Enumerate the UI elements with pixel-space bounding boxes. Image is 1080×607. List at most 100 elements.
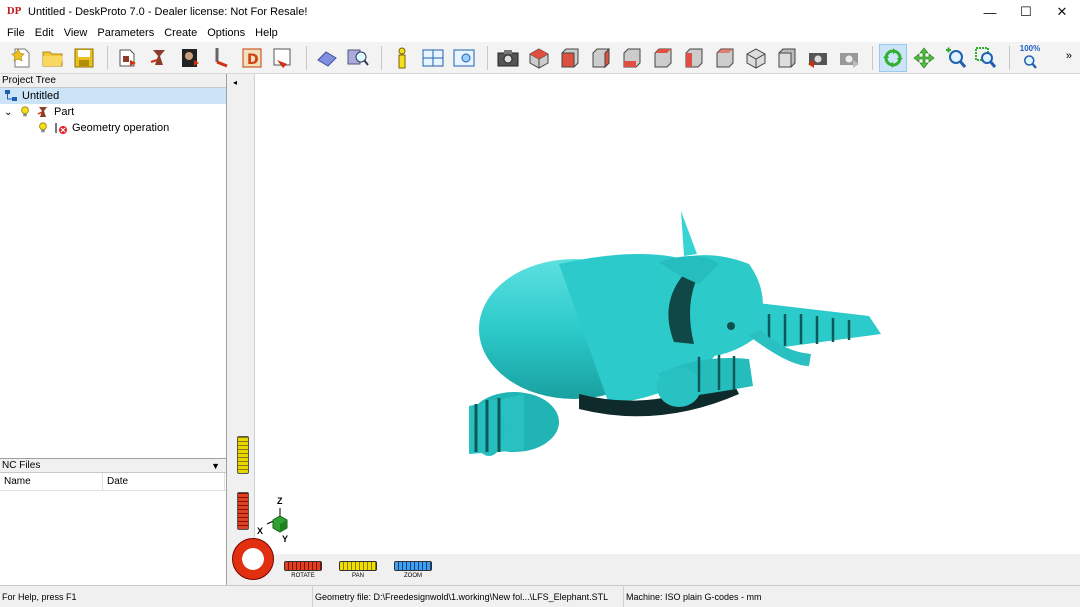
toolpath-icon <box>215 47 228 67</box>
status-bar: For Help, press F1 Geometry file: D:\Fre… <box>0 585 1080 607</box>
menu-edit[interactable]: Edit <box>30 24 59 42</box>
column-header-name[interactable]: Name <box>0 473 103 490</box>
menu-view[interactable]: View <box>59 24 93 42</box>
preview-button[interactable] <box>344 44 372 72</box>
status-machine: Machine: ISO plain G-codes - mm <box>626 591 762 602</box>
svg-text:D: D <box>247 52 259 68</box>
maximize-button[interactable]: ☐ <box>1008 0 1044 24</box>
load-geometry-button[interactable] <box>114 44 142 72</box>
toolpath-button[interactable] <box>207 44 235 72</box>
write-nc-button[interactable] <box>269 44 297 72</box>
part-icon <box>36 105 50 119</box>
info-button[interactable] <box>388 44 416 72</box>
cube-shaded-icon <box>778 48 796 67</box>
minimize-button[interactable]: — <box>972 0 1008 24</box>
cube-left-icon <box>623 48 641 67</box>
cube-iso-icon <box>529 47 549 69</box>
next-view-button[interactable] <box>835 44 863 72</box>
pan-control[interactable]: PAN <box>339 561 377 579</box>
save-disk-icon <box>74 48 94 67</box>
rotate-control[interactable]: ROTATE <box>284 561 322 579</box>
eraser-button[interactable] <box>313 44 341 72</box>
menu-file[interactable]: File <box>2 24 30 42</box>
menu-bar: File Edit View Parameters Create Options… <box>0 24 1080 42</box>
bitmap-icon <box>182 48 199 67</box>
view-iso-button[interactable] <box>525 44 553 72</box>
close-button[interactable]: ✕ <box>1044 0 1080 24</box>
load-geometry-icon <box>119 49 136 66</box>
rotate-mode-button[interactable] <box>879 43 907 72</box>
toolbar-overflow-button[interactable]: » <box>1066 50 1072 62</box>
tree-item-label: Geometry operation <box>72 122 170 134</box>
view-right-button[interactable] <box>649 44 677 72</box>
new-document-icon <box>11 47 30 67</box>
save-button[interactable] <box>70 44 98 72</box>
status-geometry-file: Geometry file: D:\Freedesignwold\1.worki… <box>313 585 624 607</box>
project-icon <box>4 89 18 103</box>
cube-top-icon <box>685 48 703 67</box>
elephant-model-icon <box>469 211 881 456</box>
nc-files-title: NC Files <box>2 460 41 471</box>
operation-error-icon <box>54 121 68 135</box>
camera-previous-icon <box>808 52 827 68</box>
expand-toggle-icon[interactable]: ⌄ <box>4 107 18 118</box>
menu-create[interactable]: Create <box>159 24 202 42</box>
layout-button[interactable] <box>419 44 447 72</box>
zoom-control[interactable]: ZOOM <box>394 561 432 579</box>
snapshot-button[interactable] <box>494 44 522 72</box>
view-settings-button[interactable] <box>450 44 478 72</box>
image-button[interactable] <box>176 44 204 72</box>
zoom-100-label: 100% <box>1019 44 1041 53</box>
status-help-text: For Help, press F1 <box>0 585 313 607</box>
toolbar-separator <box>306 45 307 70</box>
previous-view-button[interactable] <box>804 44 832 72</box>
rotate-slider[interactable] <box>284 561 322 571</box>
new-project-button[interactable] <box>8 44 36 72</box>
eraser-icon <box>317 50 337 67</box>
tree-item-part[interactable]: ⌄ Part <box>0 104 226 120</box>
view-shaded-button[interactable] <box>773 44 801 72</box>
preview-magnifier-icon <box>347 49 369 66</box>
cube-back-icon <box>592 47 610 68</box>
zoom-magnifier-icon <box>946 47 967 68</box>
cube-bottom-icon <box>716 48 734 67</box>
3d-viewport[interactable]: ◂ ROTATE PAN ZOOM Z X Y <box>229 74 1080 585</box>
tree-item-geometry-operation[interactable]: Geometry operation <box>0 120 226 136</box>
lightbulb-icon[interactable] <box>18 105 32 119</box>
menu-options[interactable]: Options <box>202 24 250 42</box>
lightbulb-icon[interactable] <box>36 121 50 135</box>
toolbar-separator <box>872 45 873 70</box>
pan-mode-button[interactable] <box>910 44 938 72</box>
open-button[interactable] <box>39 44 67 72</box>
part-icon <box>150 49 165 65</box>
tree-item-label: Part <box>54 106 75 118</box>
zoom-mode-button[interactable] <box>941 44 969 72</box>
part-button[interactable] <box>145 44 173 72</box>
rotate-arrows-icon <box>883 47 903 68</box>
view-back-button[interactable] <box>587 44 615 72</box>
zoom-window-button[interactable] <box>972 44 1000 72</box>
d-operation-button[interactable]: D <box>238 44 266 72</box>
view-front-button[interactable] <box>556 44 584 72</box>
menu-parameters[interactable]: Parameters <box>92 24 159 42</box>
menu-help[interactable]: Help <box>250 24 283 42</box>
view-left-button[interactable] <box>618 44 646 72</box>
camera-icon <box>497 49 519 66</box>
pan-slider[interactable] <box>339 561 377 571</box>
pan-arrows-icon <box>913 47 935 68</box>
view-bottom-button[interactable] <box>711 44 739 72</box>
toolbar-separator <box>381 45 382 70</box>
zoom-slider[interactable] <box>394 561 432 571</box>
cube-right-icon <box>654 48 672 67</box>
view-top-button[interactable] <box>680 44 708 72</box>
toolbar-separator <box>1009 45 1010 70</box>
cube-front-icon <box>561 48 579 67</box>
main-toolbar: D 100% » <box>0 42 1080 74</box>
column-header-date[interactable]: Date <box>103 473 225 490</box>
window-title: Untitled - DeskProto 7.0 - Dealer licens… <box>28 6 308 18</box>
title-bar: DP Untitled - DeskProto 7.0 - Dealer lic… <box>0 0 1080 24</box>
tree-item-untitled[interactable]: Untitled <box>0 88 226 104</box>
zoom-100-button[interactable]: 100% <box>1016 44 1044 72</box>
nc-files-dropdown-icon[interactable]: ▼ <box>211 459 220 473</box>
view-solid-button[interactable] <box>742 44 770 72</box>
